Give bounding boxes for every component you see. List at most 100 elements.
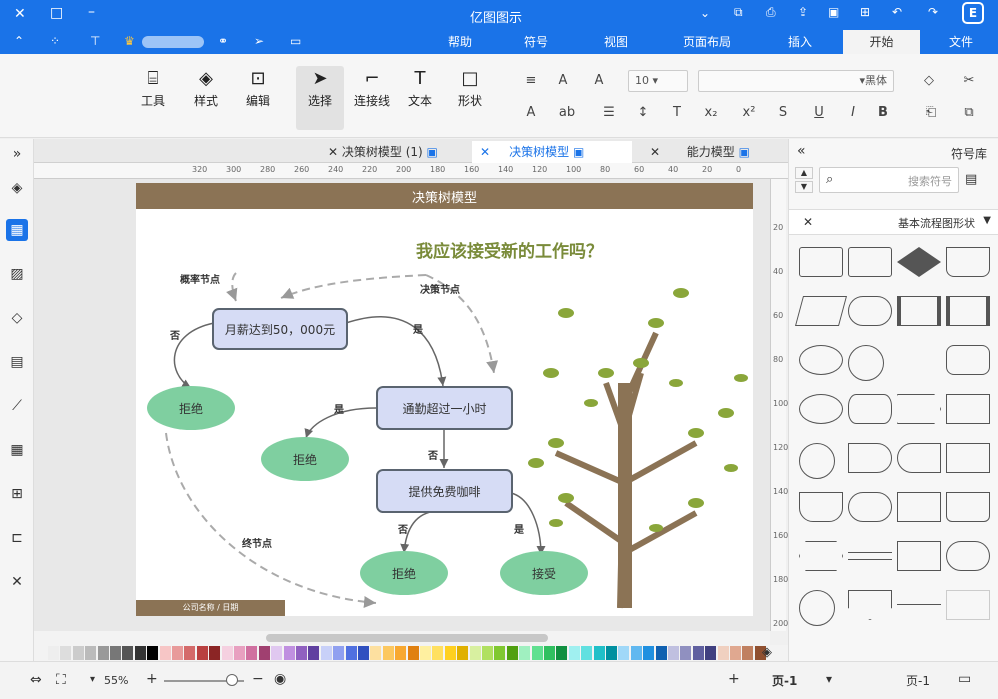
color-swatch[interactable] <box>271 646 283 660</box>
tab-decision-tree[interactable]: ✕ 决策树模型 ▣ <box>472 141 632 163</box>
maximize-icon[interactable]: □ <box>50 5 63 21</box>
connector-button[interactable]: ⌐ 连接线 <box>348 66 396 130</box>
tab-home[interactable]: 开始 <box>843 30 920 54</box>
color-swatch[interactable] <box>692 646 704 660</box>
flowchart-shape[interactable] <box>946 541 990 571</box>
color-swatch[interactable] <box>730 646 741 660</box>
play-icon[interactable]: ◉ <box>274 671 286 687</box>
color-swatch[interactable] <box>568 646 580 660</box>
flowchart-shape[interactable] <box>897 345 941 375</box>
color-swatch[interactable] <box>159 646 171 660</box>
paste-icon[interactable]: ⎗ <box>920 102 942 124</box>
flowchart-shape[interactable] <box>897 296 941 326</box>
tab-ability-model[interactable]: ✕ 能力模型 ▣ <box>642 141 782 163</box>
color-swatch[interactable] <box>296 646 307 660</box>
flowchart-shape[interactable] <box>848 394 892 424</box>
layers-icon[interactable]: ◇ <box>6 307 28 329</box>
flowchart-shape[interactable] <box>848 443 892 473</box>
close-section-icon[interactable]: ✕ <box>803 215 813 229</box>
font-shrink-icon[interactable]: A <box>552 70 574 92</box>
chevron-down-icon[interactable]: ⌄ <box>700 6 710 20</box>
flowchart-shape[interactable] <box>897 604 941 606</box>
flowchart-shape[interactable] <box>799 492 843 522</box>
text-button[interactable]: T 文本 <box>400 66 440 130</box>
share-icon[interactable]: ⧉ <box>734 5 743 20</box>
text-icon[interactable]: T <box>666 102 688 124</box>
color-palette[interactable] <box>34 645 788 661</box>
close-icon[interactable]: ✕ <box>14 6 26 22</box>
flowchart-shape[interactable] <box>946 345 990 375</box>
italic-icon[interactable]: I <box>842 102 864 124</box>
color-swatch[interactable] <box>618 646 630 660</box>
color-swatch[interactable] <box>606 646 617 660</box>
color-swatch[interactable] <box>221 646 233 660</box>
color-swatch[interactable] <box>407 646 419 660</box>
shape-button[interactable]: □ 形状 <box>450 66 490 130</box>
collapse-panel-icon[interactable]: « <box>797 143 806 159</box>
screen-icon[interactable]: ▭ <box>290 34 301 48</box>
flowchart-shape[interactable] <box>848 247 892 277</box>
flowchart-shape[interactable] <box>946 296 990 326</box>
color-swatch[interactable] <box>742 646 754 660</box>
zoom-slider-handle[interactable] <box>226 674 238 686</box>
node-accept[interactable]: 接受 <box>500 565 588 582</box>
page-dropdown-icon[interactable]: ▾ <box>826 672 832 686</box>
color-swatch[interactable] <box>444 646 456 660</box>
tab-file[interactable]: 文件 <box>936 30 986 54</box>
color-swatch[interactable] <box>234 646 245 660</box>
color-swatch[interactable] <box>556 646 568 660</box>
flowchart-shape[interactable] <box>946 492 990 522</box>
color-swatch[interactable] <box>680 646 692 660</box>
color-swatch[interactable] <box>432 646 444 660</box>
image-icon[interactable]: ▣ <box>828 5 839 19</box>
node-coffee[interactable]: 提供免费咖啡 <box>378 483 511 500</box>
color-swatch[interactable] <box>531 646 543 660</box>
flowchart-shape[interactable] <box>799 247 843 277</box>
zoom-out-icon[interactable]: − <box>252 671 264 687</box>
scroll-up-button[interactable]: ▲ <box>795 167 813 179</box>
color-swatch[interactable] <box>110 646 121 660</box>
copy-icon[interactable]: ⧉ <box>958 102 980 124</box>
color-swatch[interactable] <box>122 646 134 660</box>
color-swatch[interactable] <box>482 646 493 660</box>
color-swatch[interactable] <box>655 646 667 660</box>
color-swatch[interactable] <box>60 646 72 660</box>
undo-icon[interactable]: ↶ <box>892 5 902 19</box>
library-section-header[interactable]: ✕ 基本流程图形状 ▼ <box>789 209 998 235</box>
node-reject-2[interactable]: 拒绝 <box>261 451 349 468</box>
fill-icon[interactable]: ◈ <box>6 177 28 199</box>
chart-icon[interactable]: ⟋ <box>6 395 28 417</box>
color-swatch[interactable] <box>48 646 59 660</box>
tab-help[interactable]: 帮助 <box>440 30 480 54</box>
color-swatch[interactable] <box>519 646 531 660</box>
flowchart-shape[interactable] <box>799 345 843 375</box>
color-swatch[interactable] <box>308 646 320 660</box>
flowchart-shape[interactable] <box>799 394 843 424</box>
strike-icon[interactable]: ab <box>556 102 578 124</box>
apps-icon[interactable]: ⁘ <box>50 34 60 48</box>
table-icon[interactable]: ▦ <box>6 439 28 461</box>
share-icon[interactable]: ⚭ <box>218 34 228 48</box>
fit-width-icon[interactable]: ⇔ <box>30 672 42 688</box>
flowchart-shape[interactable] <box>946 394 990 424</box>
color-swatch[interactable] <box>333 646 345 660</box>
tab-insert[interactable]: 插入 <box>780 30 820 54</box>
flowchart-shape[interactable] <box>848 345 884 381</box>
color-swatch[interactable] <box>593 646 605 660</box>
flowchart-shape[interactable] <box>897 443 941 473</box>
shuffle-icon[interactable]: ✕ <box>6 571 28 593</box>
scroll-down-button[interactable]: ▼ <box>795 181 813 193</box>
format-painter-icon[interactable]: ◇ <box>918 70 940 92</box>
add-page-icon[interactable]: + <box>728 671 740 687</box>
scroll-thumb[interactable] <box>266 634 548 642</box>
collapse-icon[interactable]: ⌃ <box>14 34 24 48</box>
panel-toggle-icon[interactable]: ▭ <box>958 671 971 687</box>
flowchart-shape[interactable] <box>946 247 990 277</box>
color-swatch[interactable] <box>506 646 518 660</box>
zoom-in-icon[interactable]: + <box>146 671 158 687</box>
color-swatch[interactable] <box>358 646 369 660</box>
send-icon[interactable]: ➢ <box>254 34 264 48</box>
color-swatch[interactable] <box>643 646 655 660</box>
node-salary[interactable]: 月薪达到50，000元 <box>214 321 346 338</box>
flowchart-shape[interactable] <box>794 296 848 326</box>
